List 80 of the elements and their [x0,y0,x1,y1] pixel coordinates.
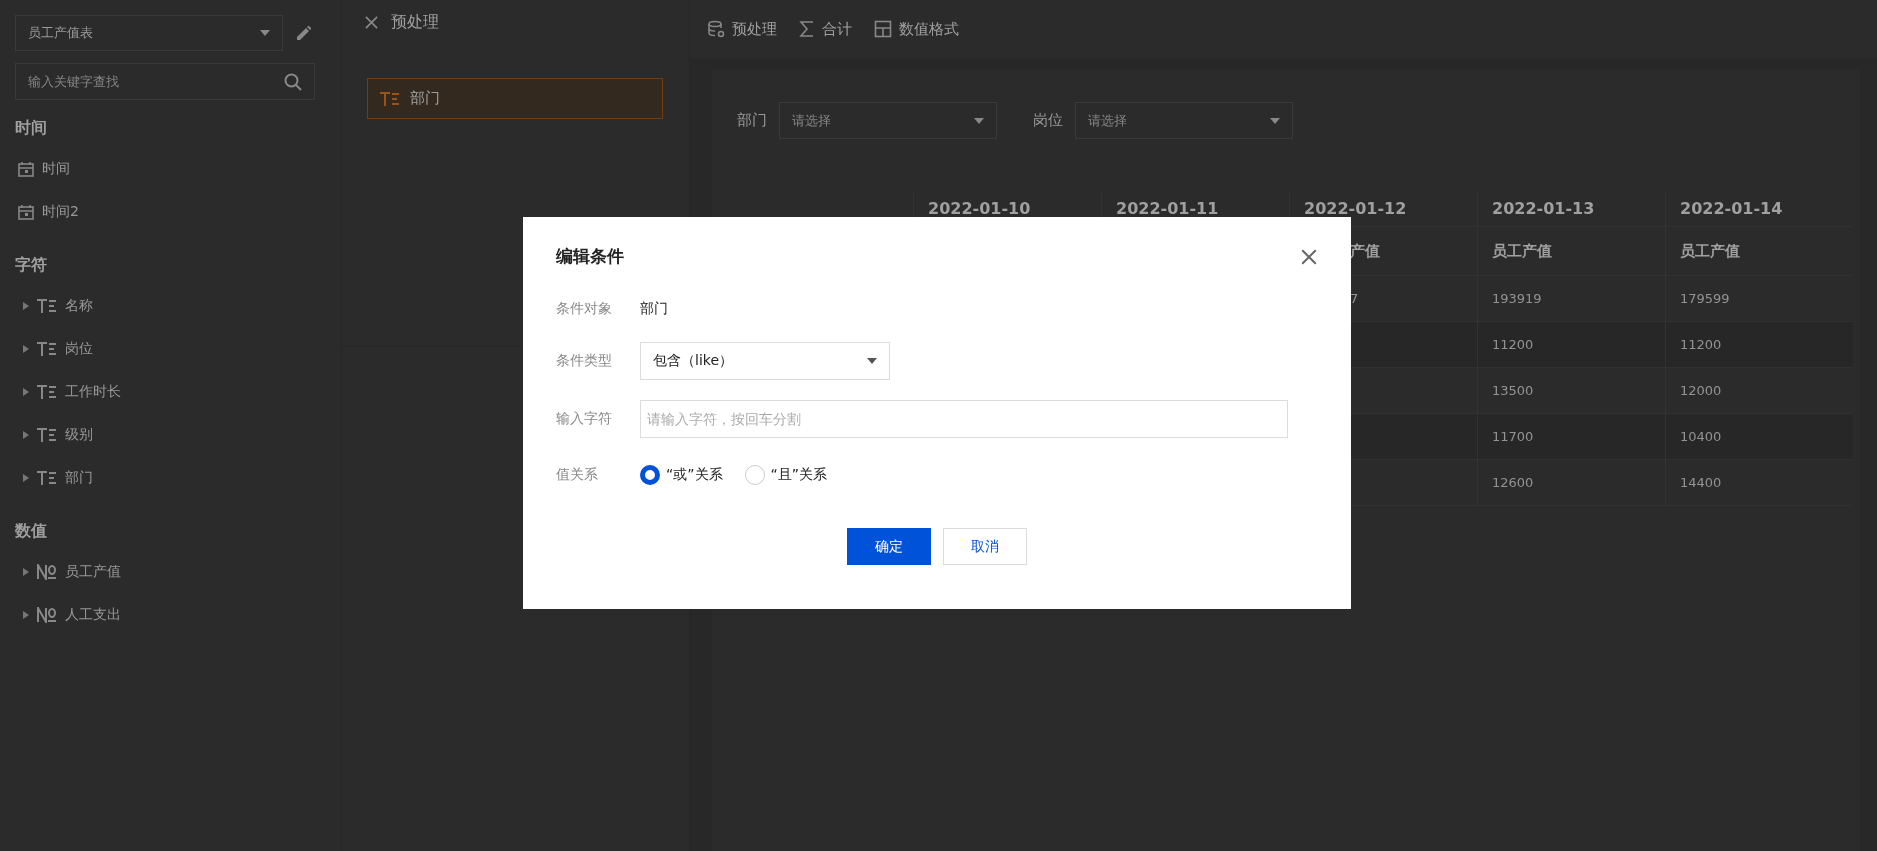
field-label: 输入字符 [556,410,613,428]
table-cell: 10400 [1665,414,1853,460]
field-item[interactable]: 人工支出 [65,605,121,624]
table-cell: 13500 [1477,368,1665,414]
field-value: 部门 [640,300,668,318]
caret-icon [1270,117,1280,124]
toolbar-button[interactable]: 数值格式 [874,19,959,39]
table-cell: 179599 [1665,276,1853,322]
column-header: 员工产值 [1477,227,1665,276]
column-header: 2022-01-14 [1665,191,1853,227]
sigma-icon [799,20,815,38]
search-icon[interactable] [284,72,302,91]
filter-select[interactable]: 请选择 [779,102,997,139]
input-field[interactable]: 请输入字符，按回车分割 [640,400,1288,438]
calendar-icon [18,160,34,177]
toolbar-button[interactable]: 预处理 [707,19,777,39]
pencil-icon[interactable] [297,26,311,40]
close-icon[interactable] [364,15,379,30]
calendar-icon [18,203,34,220]
number-type-icon [37,563,57,580]
table-cell: 11700 [1477,414,1665,460]
search-field[interactable]: 输入关键字查找 [15,63,315,100]
table-cell: 12600 [1477,460,1665,506]
chip-label: 部门 [410,89,440,108]
table-cell: 193919 [1477,276,1665,322]
caret-icon [867,358,877,364]
field-chip[interactable]: 部门 [367,78,663,119]
field-item[interactable]: 部门 [65,468,93,487]
text-type-icon [37,297,57,314]
expand-icon[interactable] [23,430,29,439]
field-item[interactable]: 岗位 [65,339,93,358]
radio-icon[interactable] [640,465,660,485]
text-type-icon [37,426,57,443]
table-cell: 11200 [1665,322,1853,368]
field-item[interactable]: 名称 [65,296,93,315]
expand-icon[interactable] [23,567,29,576]
text-type-icon [380,90,400,107]
table-icon [874,20,892,38]
group-heading: 字符 [15,255,48,276]
field-label: 值关系 [556,466,599,484]
radio-option[interactable]: “且”关系 [744,465,828,485]
expand-icon[interactable] [23,344,29,353]
expand-icon[interactable] [23,387,29,396]
filter-select[interactable]: 请选择 [1075,102,1293,139]
table-cell: 12000 [1665,368,1853,414]
dataset-select[interactable]: 员工产值表 [15,15,283,51]
filter-label: 部门 [737,111,767,130]
expand-icon[interactable] [23,301,29,310]
field-item[interactable]: 级别 [65,425,93,444]
caret-icon [974,117,984,124]
text-type-icon [37,469,57,486]
confirm-button[interactable]: 确定 [847,528,931,565]
toolbar-button[interactable]: 合计 [799,19,852,39]
field-label: 条件对象 [556,300,613,318]
filter-label: 岗位 [1033,111,1063,130]
table-cell: 11200 [1477,322,1665,368]
field-item[interactable]: 时间 [42,159,70,178]
field-item[interactable]: 员工产值 [65,562,121,581]
dialog-title: 编辑条件 [556,245,624,268]
expand-icon[interactable] [23,610,29,619]
caret-icon [260,30,270,36]
radio-option[interactable]: “或”关系 [640,465,723,485]
column-header: 2022-01-13 [1477,191,1665,227]
field-label: 条件类型 [556,352,613,370]
panel-title: 预处理 [391,12,439,33]
table-cell: 14400 [1665,460,1853,506]
expand-icon[interactable] [23,473,29,482]
group-heading: 数值 [15,521,48,542]
field-item[interactable]: 时间2 [42,202,79,221]
group-heading: 时间 [15,118,48,139]
number-type-icon [37,606,57,623]
column-header: 员工产值 [1665,227,1853,276]
condition-type-select[interactable]: 包含（like） [640,342,890,380]
field-item[interactable]: 工作时长 [65,382,121,401]
text-type-icon [37,383,57,400]
column-header: 2022-01-12 [1289,191,1477,227]
text-type-icon [37,340,57,357]
cancel-button[interactable]: 取消 [943,528,1027,565]
close-button[interactable] [1300,247,1318,266]
database-icon [707,20,725,38]
